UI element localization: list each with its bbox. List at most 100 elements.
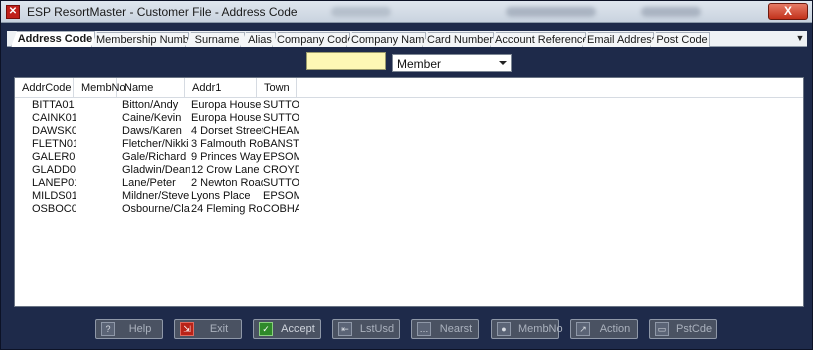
tab-membership-number[interactable]: Membership Number <box>91 32 189 47</box>
tab-overflow-icon[interactable]: ▼ <box>795 33 805 45</box>
nearest-button[interactable]: … Nearst <box>411 319 479 339</box>
blurred-region <box>331 7 391 17</box>
tab-company-code[interactable]: Company Code <box>272 32 350 47</box>
cell-town: EPSOM <box>263 151 299 163</box>
cell-membno <box>78 177 120 190</box>
cell-membno <box>78 138 120 151</box>
cell-membno <box>78 125 120 138</box>
cell-membno <box>78 164 120 177</box>
cell-town: BANST <box>263 138 299 150</box>
blurred-region <box>506 7 596 17</box>
close-icon: X <box>783 4 792 18</box>
main-window: ✕ ESP ResortMaster - Customer File - Add… <box>0 0 813 350</box>
table-row[interactable]: OSBOC01 Osbourne/Claire24 Fleming RoadCOB… <box>15 203 803 216</box>
action-icon: ↗ <box>576 322 590 336</box>
cell-name: Caine/Kevin <box>122 112 182 124</box>
cell-addr1: 4 Dorset Street <box>191 125 263 137</box>
customer-grid[interactable]: AddrCode MembNo Name Addr1 Town BITTA01 B… <box>14 77 804 307</box>
table-row[interactable]: CAINK01 Caine/Kevin Europa House SUTTO <box>15 112 803 125</box>
post-code-button[interactable]: ▭ PstCde <box>649 319 717 339</box>
cell-addrcode: GLADD01 <box>32 164 76 176</box>
cell-addrcode: FLETN01 <box>32 138 76 150</box>
blurred-region <box>641 7 701 17</box>
post-code-icon: ▭ <box>655 322 669 336</box>
help-button[interactable]: ? Help <box>95 319 163 339</box>
exit-icon: ⇲ <box>180 322 194 336</box>
table-row[interactable]: MILDS01 Mildner/Steve Lyons Place EPSOM <box>15 190 803 203</box>
last-used-icon: ⇤ <box>338 322 352 336</box>
window-title: ESP ResortMaster - Customer File - Addre… <box>27 5 298 19</box>
cell-addr1: 24 Fleming Road <box>191 203 263 215</box>
member-number-button[interactable]: ● MembNo <box>491 319 563 339</box>
table-row[interactable]: FLETN01 Fletcher/Nikki3 Falmouth RoadBANS… <box>15 138 803 151</box>
chevron-down-icon <box>499 61 507 65</box>
tab-surname[interactable]: Surname <box>185 32 245 47</box>
cell-name: Osbourne/Claire <box>122 203 190 215</box>
table-row[interactable]: GALER01 Gale/Richard 9 Princes WayEPSOM <box>15 151 803 164</box>
tab-account-reference[interactable]: Account Reference <box>490 32 586 47</box>
table-row[interactable]: BITTA01 Bitton/Andy Europa House SUTTO <box>15 99 803 112</box>
cell-name: Fletcher/Nikki <box>122 138 189 150</box>
cell-name: Gale/Richard <box>122 151 187 163</box>
cell-membno <box>78 99 120 112</box>
cell-town: COBHA <box>263 203 299 215</box>
tab-email-address[interactable]: Email Address <box>582 32 654 47</box>
grid-header: AddrCode MembNo Name Addr1 Town <box>15 78 803 98</box>
search-input[interactable] <box>306 52 386 70</box>
cell-addr1: 3 Falmouth Road <box>191 138 263 150</box>
cell-town: CHEAM <box>263 125 299 137</box>
cell-membno <box>78 203 120 216</box>
cell-town: CROYD <box>263 164 299 176</box>
column-header-town[interactable]: Town <box>257 78 297 98</box>
column-header-name[interactable]: Name <box>117 78 185 98</box>
column-header-addr1[interactable]: Addr1 <box>185 78 257 98</box>
cell-addr1: 12 Crow Lane <box>191 164 260 176</box>
column-header-membno[interactable]: MembNo <box>74 78 126 98</box>
tab-alias[interactable]: Alias <box>240 32 276 47</box>
exit-button[interactable]: ⇲ Exit <box>174 319 242 339</box>
search-tab-strip: Address Code Membership Number Surname A… <box>7 31 807 47</box>
close-button[interactable]: X <box>768 3 808 20</box>
button-bar: ? Help ⇲ Exit ✓ Accept ⇤ LstUsd … Nearst… <box>1 317 813 343</box>
last-used-button[interactable]: ⇤ LstUsd <box>332 319 400 339</box>
app-logo-icon: ✕ <box>6 5 20 19</box>
cell-town: SUTTO <box>263 177 299 189</box>
table-row[interactable]: DAWSK01 Daws/Karen 4 Dorset StreetCHEAM <box>15 125 803 138</box>
member-number-icon: ● <box>497 322 511 336</box>
dropdown-selected-value: Member <box>397 57 442 71</box>
cell-town: EPSOM <box>263 190 299 202</box>
cell-membno <box>78 190 120 203</box>
cell-addr1: 2 Newton Road <box>191 177 263 189</box>
member-filter-dropdown[interactable]: Member <box>392 54 512 72</box>
cell-addrcode: OSBOC01 <box>32 203 76 215</box>
cell-addrcode: BITTA01 <box>32 99 75 111</box>
tab-card-number[interactable]: Card Number <box>422 32 494 47</box>
table-row[interactable]: GLADD01 Gladwin/Dean12 Crow LaneCROYD <box>15 164 803 177</box>
cell-addr1: Europa House <box>191 112 262 124</box>
cell-addr1: 9 Princes Way <box>191 151 262 163</box>
cell-addr1: Lyons Place <box>191 190 251 202</box>
cell-addrcode: DAWSK01 <box>32 125 76 137</box>
cell-membno <box>78 151 120 164</box>
cell-addrcode: MILDS01 <box>32 190 76 202</box>
cell-name: Gladwin/Dean <box>122 164 190 176</box>
tab-company-name[interactable]: Company Name <box>346 32 426 47</box>
cell-town: SUTTO <box>263 99 299 111</box>
cell-name: Daws/Karen <box>122 125 182 137</box>
tab-post-code[interactable]: Post Code <box>650 32 710 47</box>
cell-name: Bitton/Andy <box>122 99 179 111</box>
cell-name: Mildner/Steve <box>122 190 190 202</box>
nearest-icon: … <box>417 322 431 336</box>
table-row[interactable]: LANEP01 Lane/Peter 2 Newton Road SUTTO <box>15 177 803 190</box>
help-icon: ? <box>101 322 115 336</box>
cell-addr1: Europa House <box>191 99 262 111</box>
action-button[interactable]: ↗ Action <box>570 319 638 339</box>
cell-addrcode: GALER01 <box>32 151 76 163</box>
tab-address-code[interactable]: Address Code <box>11 31 95 47</box>
checkmark-icon: ✓ <box>259 322 273 336</box>
cell-membno <box>78 112 120 125</box>
title-bar[interactable]: ✕ ESP ResortMaster - Customer File - Add… <box>1 1 812 23</box>
accept-button[interactable]: ✓ Accept <box>253 319 321 339</box>
cell-addrcode: CAINK01 <box>32 112 76 124</box>
column-header-addrcode[interactable]: AddrCode <box>15 78 74 98</box>
